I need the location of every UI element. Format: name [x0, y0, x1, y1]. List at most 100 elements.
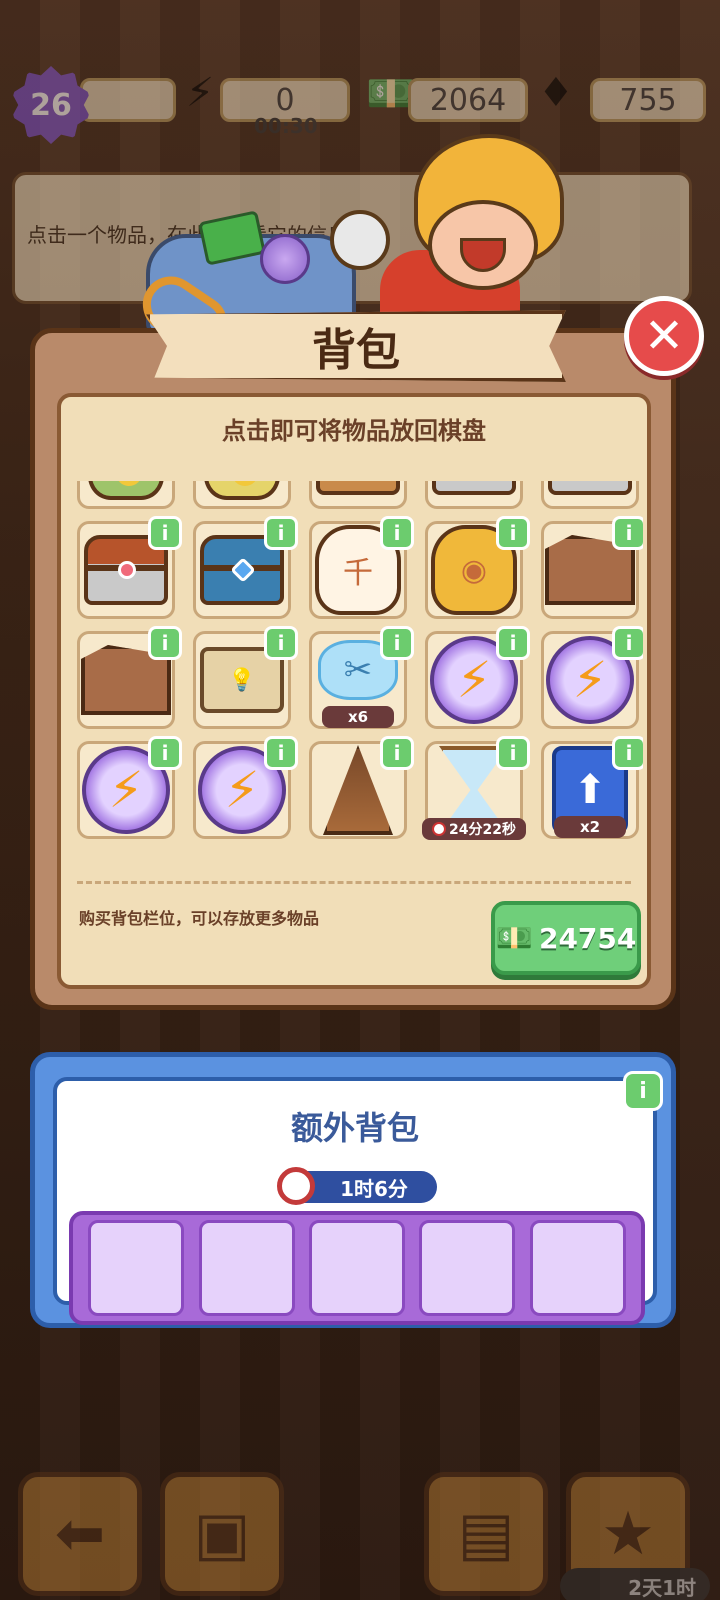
- level-value: 26: [30, 87, 72, 123]
- tag-text: 24分22秒: [449, 822, 516, 838]
- item-info-button[interactable]: i: [264, 736, 298, 770]
- item-info-button[interactable]: i: [612, 736, 643, 770]
- clock-icon: [432, 822, 447, 836]
- event-timer: 2天1时: [560, 1568, 710, 1600]
- extra-backpack-inner: 额外背包 i 1时6分: [53, 1071, 663, 1325]
- energy-value: 0: [275, 82, 295, 118]
- backpack-icon: ▣: [193, 1499, 251, 1569]
- backpack-item-slot[interactable]: i: [77, 516, 182, 619]
- gem-icon: ♦: [538, 70, 574, 116]
- item-count-tag: x2: [554, 816, 626, 838]
- backpack-instruction: 点击即可将物品放回棋盘: [222, 417, 486, 445]
- backpack-item-slot[interactable]: 千i: [309, 516, 414, 619]
- extra-backpack-title: 额外背包: [290, 1109, 419, 1147]
- backpack-title: 背包: [312, 325, 400, 376]
- extra-backpack-slot[interactable]: [88, 1220, 185, 1316]
- back-arrow-icon: ⬅: [54, 1499, 106, 1569]
- backpack-item-slot[interactable]: ⚡ i: [425, 626, 530, 729]
- extra-backpack-timer: 1时6分: [277, 1167, 437, 1205]
- extra-timer-value: 1时6分: [340, 1176, 408, 1201]
- back-arrow-button[interactable]: ⬅: [18, 1472, 142, 1596]
- gem-value: 755: [619, 82, 677, 118]
- backpack-item-slot[interactable]: [425, 481, 523, 509]
- backpack-item-slot[interactable]: i: [541, 516, 643, 619]
- backpack-item-slot[interactable]: [541, 481, 639, 509]
- extra-slot-row: [69, 1211, 645, 1325]
- backpack-grid-scroll[interactable]: i i 千 i ◉ i i i 💡 i ✂ i x6 ⚡ i ⚡ i ⚡ i ⚡ i i i 24分22秒 ⬆ i x2: [77, 481, 643, 871]
- clipboard-star-icon: ★: [601, 1499, 655, 1569]
- item-info-button[interactable]: i: [496, 736, 530, 770]
- clock-icon: [277, 1167, 315, 1205]
- item-info-button[interactable]: i: [380, 626, 414, 660]
- item-count-tag: x6: [322, 706, 394, 728]
- backpack-title-ribbon: 背包: [146, 310, 566, 382]
- item-info-button[interactable]: i: [264, 516, 298, 550]
- item-info-button[interactable]: i: [612, 516, 643, 550]
- shop-basket-button[interactable]: ▤: [424, 1472, 548, 1596]
- extra-backpack-slot[interactable]: [529, 1220, 626, 1316]
- backpack-item-slot[interactable]: ⚡ i: [77, 736, 182, 839]
- backpack-item-slot[interactable]: i 24分22秒: [422, 736, 530, 840]
- item-info-button[interactable]: i: [380, 736, 414, 770]
- backpack-inner: 点击即可将物品放回棋盘 i i 千 i ◉ i i i 💡 i ✂ i x6 ⚡ i ⚡ i ⚡ i ⚡ i i i 24分2…: [57, 393, 651, 989]
- level-progress-bar: [80, 78, 176, 122]
- item-timer-tag: 24分22秒: [422, 818, 526, 840]
- extra-backpack-slot[interactable]: [308, 1220, 405, 1316]
- backpack-item-slot[interactable]: [309, 481, 407, 509]
- buy-price: 24754: [538, 921, 637, 955]
- mascot-character: [330, 130, 570, 330]
- backpack-item-slot[interactable]: ⬆ i x2: [541, 736, 643, 839]
- backpack-item-slot[interactable]: i: [193, 516, 298, 619]
- gem-counter[interactable]: 755: [590, 78, 706, 122]
- energy-icon: ⚡: [186, 70, 215, 116]
- item-info-button[interactable]: i: [148, 626, 182, 660]
- event-timer-value: 2天1时: [628, 1575, 696, 1600]
- tag-text: x6: [347, 708, 369, 726]
- cash-icon: 💵: [495, 920, 533, 956]
- extra-backpack-panel: 额外背包 i 1时6分: [30, 1052, 676, 1328]
- backpack-item-slot[interactable]: 💡 i: [193, 626, 298, 729]
- backpack-item-slot[interactable]: ⚡ i: [541, 626, 643, 729]
- extra-backpack-slot[interactable]: [419, 1220, 516, 1316]
- chest-gold-icon: [548, 481, 632, 495]
- backpack-nav-button[interactable]: ▣: [160, 1472, 284, 1596]
- item-info-button[interactable]: i: [496, 516, 530, 550]
- buy-slots-text: 购买背包栏位，可以存放更多物品: [79, 909, 320, 928]
- backpack-grid: i i 千 i ◉ i i i 💡 i ✂ i x6 ⚡ i ⚡ i ⚡ i ⚡ i i i 24分22秒 ⬆ i x2: [77, 481, 643, 840]
- sack-yellow-icon: [204, 481, 280, 500]
- extra-backpack-slot[interactable]: [198, 1220, 295, 1316]
- tag-text: x2: [579, 818, 601, 836]
- item-info-button[interactable]: i: [148, 516, 182, 550]
- extra-backpack-info-button[interactable]: i: [623, 1071, 663, 1111]
- cash-value: 2064: [429, 82, 507, 118]
- backpack-item-slot[interactable]: [77, 481, 175, 509]
- character-hand: [330, 210, 390, 270]
- scissors-icon: ✂: [318, 640, 398, 700]
- cash-counter[interactable]: 2064: [408, 78, 528, 122]
- backpack-item-slot[interactable]: ✂ i x6: [309, 626, 414, 729]
- backpack-item-slot[interactable]: ⚡ i: [193, 736, 298, 839]
- item-info-button[interactable]: i: [496, 626, 530, 660]
- backpack-item-slot[interactable]: ◉ i: [425, 516, 530, 619]
- buy-slot-button[interactable]: 💵 24754: [491, 901, 641, 975]
- top-hud: 26 ⚡ 0 00:30 💵 2064 ♦ 755: [10, 66, 710, 144]
- chest-gold-icon: [432, 481, 516, 495]
- backpack-panel: 点击即可将物品放回棋盘 i i 千 i ◉ i i i 💡 i ✂ i x6 ⚡ i ⚡ i ⚡ i ⚡ i i i 24分2…: [30, 328, 676, 1010]
- sack-green-icon: [88, 481, 164, 500]
- backpack-item-slot[interactable]: [193, 481, 291, 509]
- close-icon: ✕: [643, 308, 685, 364]
- energy-timer: 00:30: [254, 114, 318, 138]
- item-info-button[interactable]: i: [148, 736, 182, 770]
- backpack-item-slot[interactable]: i: [309, 736, 414, 839]
- item-info-button[interactable]: i: [264, 626, 298, 660]
- chest-wood-icon: [316, 481, 400, 495]
- item-info-button[interactable]: i: [380, 516, 414, 550]
- basket-icon: ▤: [457, 1499, 515, 1569]
- divider: [77, 881, 631, 884]
- bottom-nav: ⬅ ▣ ▤ ★ 2天1时: [0, 1464, 720, 1600]
- item-info-button[interactable]: i: [612, 626, 643, 660]
- backpack-item-slot[interactable]: i: [77, 626, 182, 729]
- bag-orb-icon: [260, 234, 310, 284]
- level-badge: 26: [12, 66, 90, 144]
- close-button[interactable]: ✕: [624, 296, 704, 376]
